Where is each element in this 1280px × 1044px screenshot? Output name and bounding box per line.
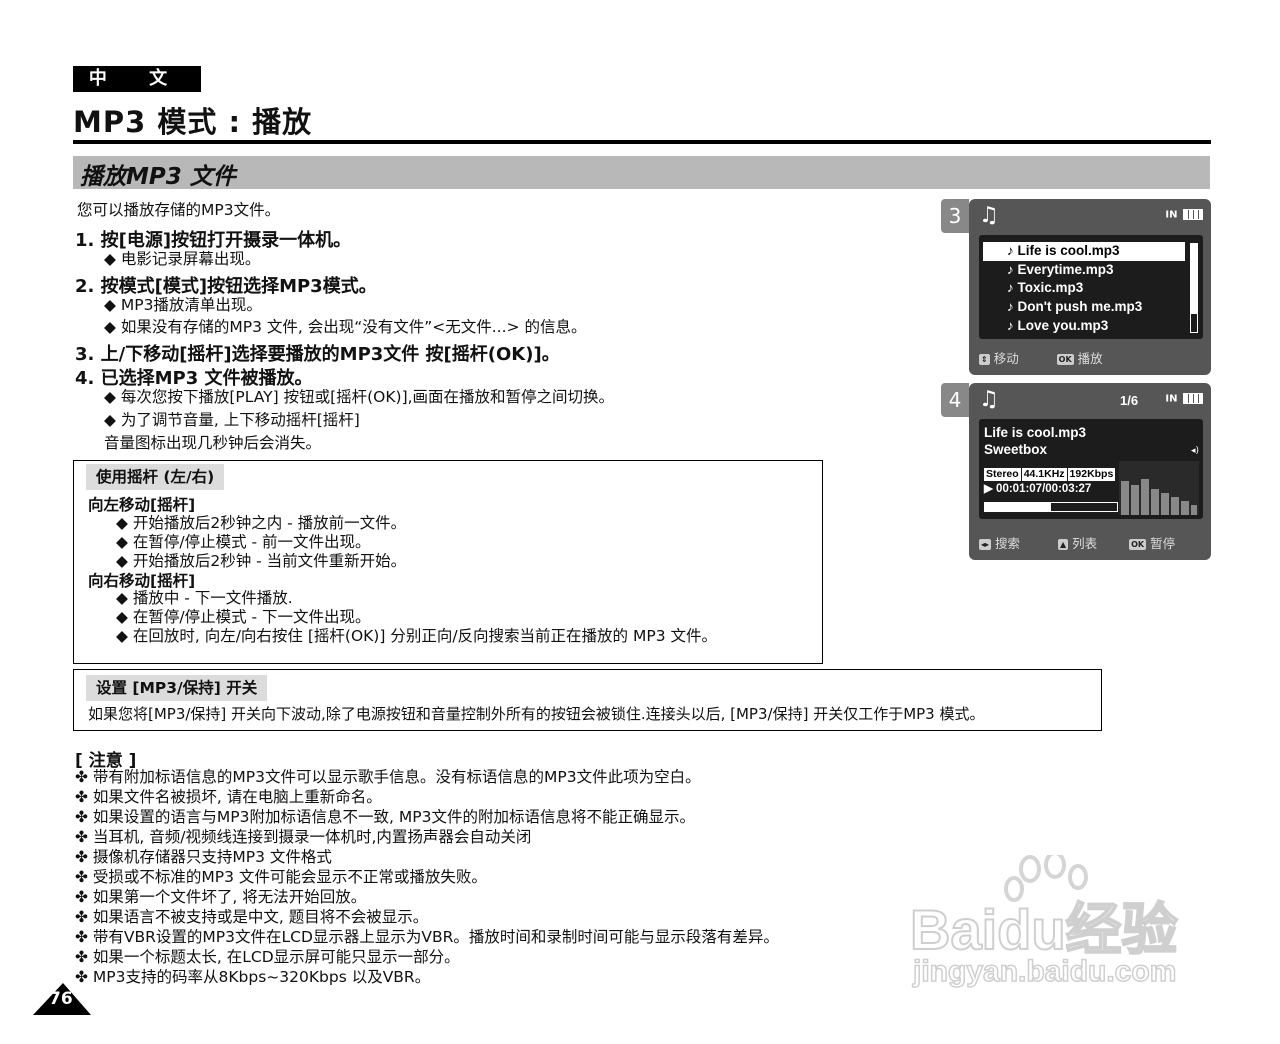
- playlist-footer: ⇕ 移动 OK 播放: [979, 348, 1203, 367]
- note-item: ✤ 如果文件名被损坏, 请在电脑上重新命名。: [75, 788, 382, 806]
- playlist-item[interactable]: ♪ Don't push me.mp3: [983, 298, 1185, 317]
- note-item: ✤ 如果设置的语言与MP3附加标语信息不一致, MP3文件的附加标语信息将不能正…: [75, 808, 695, 826]
- note-item: ✤ 如果语言不被支持或是中文, 题目将不会被显示。: [75, 908, 429, 926]
- note-item: ✤ 带有附加标语信息的MP3文件可以显示歌手信息。没有标语信息的MP3文件此项为…: [75, 768, 701, 786]
- internal-memory-icon: IN: [1165, 393, 1178, 405]
- note-item: ✤ MP3支持的码率从8Kbps~320Kbps 以及VBR。: [75, 968, 431, 986]
- playlist-scrollbar[interactable]: [1190, 243, 1198, 333]
- playback-footer: ◂▸ 搜索 ▲ 列表 OK 暂停: [979, 533, 1203, 552]
- joystick-info-box: 使用摇杆 (左/右) 向左移动[摇杆] ◆ 开始播放后2秒钟之内 - 播放前一文…: [73, 460, 823, 664]
- playlist: ♪ Life is cool.mp3 ♪ Everytime.mp3 ♪ Tox…: [983, 242, 1185, 335]
- note-item: ✤ 带有VBR设置的MP3文件在LCD显示器上显示为VBR。播放时间和录制时间可…: [75, 928, 779, 946]
- note-item: ✤ 当耳机, 音频/视频线连接到摄录一体机时,内置扬声器会自动关闭: [75, 828, 532, 846]
- notes-list: ✤ 带有附加标语信息的MP3文件可以显示歌手信息。没有标语信息的MP3文件此项为…: [75, 767, 779, 987]
- note-item: ✤ 如果第一个文件坏了, 将无法开始回放。: [75, 888, 367, 906]
- watermark-url: jingyan.baidu.com: [912, 954, 1177, 989]
- artist-name: Sweetbox: [984, 442, 1048, 457]
- step-1-bullet: ◆ 电影记录屏幕出现。: [104, 250, 261, 268]
- hold-box-text: 如果您将[MP3/保持] 开关向下波动,除了电源按钮和音量控制外所有的按钮会被锁…: [88, 705, 985, 723]
- hold-box-heading: 设置 [MP3/保持] 开关: [86, 675, 268, 701]
- figure-number: 3: [941, 199, 969, 233]
- music-note-icon: ♫: [979, 387, 999, 412]
- clover-icon: ✤: [75, 948, 93, 966]
- playlist-item[interactable]: ♪ Love you.mp3: [983, 317, 1185, 336]
- note-item: ✤ 受损或不标准的MP3 文件可能会显示不正常或播放失败。: [75, 868, 487, 886]
- battery-icon: [1183, 393, 1203, 404]
- eject-icon: ▲: [1058, 539, 1069, 550]
- hold-switch-box: 设置 [MP3/保持] 开关 如果您将[MP3/保持] 开关向下波动,除了电源按…: [73, 669, 1102, 731]
- playlist-screen: ♪ Life is cool.mp3 ♪ Everytime.mp3 ♪ Tox…: [979, 235, 1203, 339]
- lcd-playlist-screen: 3 ♫ IN ♪ Life is cool.mp3 ♪ Everytime.mp…: [941, 199, 1211, 375]
- baidu-watermark: Baidu经验 jingyan.baidu.com: [905, 855, 1205, 995]
- internal-memory-icon: IN: [1165, 209, 1178, 221]
- ok-key-icon: OK: [1129, 539, 1147, 550]
- ok-key-icon: OK: [1056, 354, 1074, 365]
- step-2-bullet: ◆ MP3播放清单出现。: [104, 296, 262, 314]
- language-tab: 中 文: [73, 66, 201, 92]
- section-title: 播放MP3 文件: [80, 164, 236, 190]
- pause-label: 暂停: [1150, 536, 1176, 551]
- play-label: 播放: [1077, 351, 1103, 366]
- joystick-updown-icon: ⇕: [979, 354, 990, 365]
- clover-icon: ✤: [75, 848, 93, 866]
- equalizer-icon: [1119, 461, 1199, 515]
- track-counter: 1/6: [1120, 393, 1139, 408]
- music-note-icon: ♪: [1007, 317, 1018, 333]
- lcd-playback-screen: 4 ♫ 1/6 IN Life is cool.mp3 Sweetbox ◂) …: [941, 383, 1211, 560]
- search-label: 搜索: [995, 536, 1021, 551]
- step-4-bullet: ◆ 每次您按下播放[PLAY] 按钮或[摇杆(OK)],画面在播放和暂停之间切换…: [104, 388, 615, 406]
- step-2-bullet: ◆ 如果没有存储的MP3 文件, 会出现“没有文件”<无文件...> 的信息。: [104, 318, 587, 336]
- playlist-item[interactable]: ♪ Everytime.mp3: [983, 261, 1185, 280]
- move-right-item: ◆ 在回放时, 向左/向右按住 [摇杆(OK)] 分别正向/反向搜索当前正在播放…: [116, 627, 717, 645]
- audio-tags: Stereo 44.1KHz 192Kbps: [984, 462, 1116, 481]
- playlist-item[interactable]: ♪ Life is cool.mp3: [983, 242, 1185, 261]
- music-note-icon: ♪: [1007, 299, 1018, 315]
- step-4-bullet: 音量图标出现几秒钟后会消失。: [104, 434, 322, 452]
- playback-time: ▶ 00:01:07/00:03:27: [984, 483, 1092, 495]
- clover-icon: ✤: [75, 828, 93, 846]
- memory-battery-status: IN: [1165, 209, 1203, 221]
- step-4-bullet: ◆ 为了调节音量, 上下移动摇杆[摇杆]: [104, 411, 360, 429]
- note-item: ✤ 摄像机存储器只支持MP3 文件格式: [75, 848, 332, 866]
- intro-text: 您可以播放存储的MP3文件。: [77, 201, 281, 219]
- title-rule: [73, 140, 1211, 144]
- progress-fill: [985, 503, 1051, 511]
- clover-icon: ✤: [75, 888, 93, 906]
- joystick-box-heading: 使用摇杆 (左/右): [86, 464, 225, 490]
- equalizer-display: [1119, 461, 1199, 515]
- memory-battery-status: IN: [1165, 393, 1203, 405]
- music-note-icon: ♪: [1007, 243, 1018, 258]
- clover-icon: ✤: [75, 808, 93, 826]
- music-note-icon: ♪: [1007, 280, 1018, 296]
- list-label: 列表: [1072, 536, 1098, 551]
- audio-tag: 192Kbps: [1067, 468, 1116, 481]
- page-number-badge: 76: [33, 983, 91, 1015]
- progress-bar[interactable]: [984, 502, 1118, 512]
- clover-icon: ✤: [75, 768, 93, 786]
- move-label: 移动: [993, 351, 1019, 366]
- note-item: ✤ 如果一个标题太长, 在LCD显示屏可能只显示一部分。: [75, 948, 460, 966]
- joystick-leftright-icon: ◂▸: [979, 539, 992, 550]
- play-icon: ▶: [984, 483, 997, 495]
- watermark-brand: Baidu经验: [909, 897, 1179, 962]
- battery-icon: [1183, 209, 1203, 220]
- step-3-title: 3. 上/下移动[摇杆]选择要播放的MP3文件 按[摇杆(OK)]。: [75, 344, 560, 365]
- page-number: 76: [49, 989, 73, 1009]
- audio-tag: 44.1KHz: [1021, 468, 1067, 481]
- clover-icon: ✤: [75, 928, 93, 946]
- section-bar: [73, 156, 1210, 189]
- clover-icon: ✤: [75, 788, 93, 806]
- audio-tag: Stereo: [984, 468, 1021, 481]
- figure-number: 4: [941, 383, 969, 417]
- music-note-icon: ♪: [1007, 261, 1018, 277]
- playlist-item[interactable]: ♪ Toxic.mp3: [983, 279, 1185, 298]
- clover-icon: ✤: [75, 908, 93, 926]
- volume-icon: ◂): [1190, 446, 1199, 456]
- song-title: Life is cool.mp3: [984, 425, 1087, 440]
- music-note-icon: ♫: [979, 203, 999, 228]
- now-playing-screen: Life is cool.mp3 Sweetbox ◂) Stereo 44.1K…: [979, 419, 1203, 519]
- clover-icon: ✤: [75, 868, 93, 886]
- page-title: MP3 模式 : 播放: [73, 105, 313, 139]
